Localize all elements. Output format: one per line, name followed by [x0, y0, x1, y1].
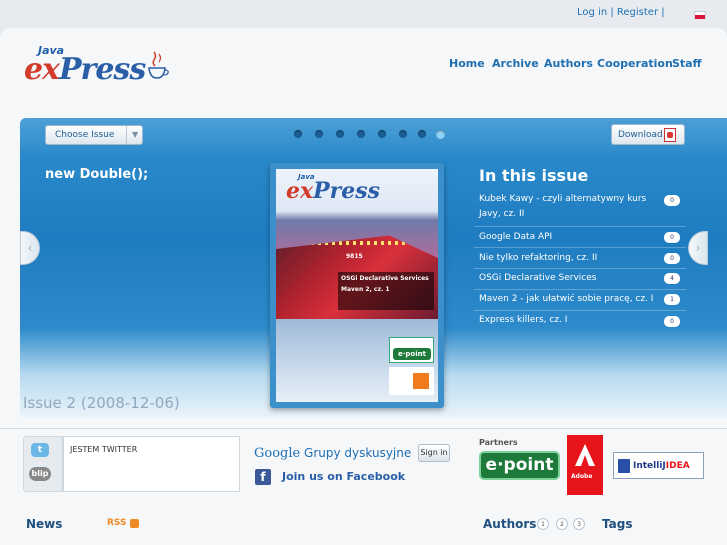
article-title[interactable]: Nie tylko refaktoring, cz. II — [479, 251, 597, 266]
section-divider — [0, 428, 727, 429]
issue-headline: new Double(); — [45, 167, 149, 182]
cover-tag-1: OSGi Declarative Services — [341, 275, 429, 282]
site-logo[interactable]: Java exPress — [24, 44, 174, 88]
slider-dot[interactable] — [399, 130, 407, 138]
partners-label: Partners — [479, 438, 518, 447]
train-number: 9815 — [346, 253, 363, 260]
comment-count: 0 — [664, 316, 680, 327]
article-title[interactable]: Express killers, cz. I — [479, 313, 567, 328]
choose-issue-select[interactable]: Choose Issue ▼ — [45, 125, 143, 145]
authors-page-2[interactable]: 2 — [556, 518, 568, 530]
news-heading: News — [26, 517, 63, 531]
comment-count: 0 — [664, 253, 680, 264]
idea-wordmark: IDEA — [665, 461, 690, 471]
twitter-icon[interactable]: t — [31, 443, 49, 457]
comment-count: 0 — [664, 232, 680, 243]
separator: | — [607, 7, 617, 18]
google-groups-link[interactable]: Google Grupy dyskusyjne — [254, 446, 411, 461]
article-title-cont[interactable]: Javy, cz. II — [479, 207, 524, 222]
authors-heading: Authors — [483, 517, 537, 531]
article-title[interactable]: OSGi Declarative Services — [479, 271, 596, 286]
facebook-icon[interactable]: f — [255, 469, 271, 485]
cover-card — [389, 367, 434, 395]
flag-icon[interactable] — [694, 11, 706, 19]
intellij-wordmark: IntelliJ — [633, 461, 666, 471]
nav-staff[interactable]: Staff — [672, 57, 702, 70]
nav-authors[interactable]: Authors — [544, 57, 593, 70]
coffee-cup-icon — [148, 51, 169, 79]
comment-count: 4 — [664, 273, 680, 284]
authors-page-1[interactable]: 1 — [537, 518, 549, 530]
pdf-icon — [664, 128, 676, 142]
top-bar: Log in | Register | — [0, 0, 727, 28]
partner-intellij-logo[interactable]: IntelliJIDEA — [613, 452, 704, 479]
download-label: Download — [618, 130, 663, 140]
partner-epoint-logo[interactable]: e·point — [479, 451, 560, 480]
facebook-link[interactable]: Join us on Facebook — [282, 470, 405, 483]
download-button[interactable]: Download — [611, 124, 685, 145]
google-groups-label: Grupy dyskusyjne — [300, 446, 412, 460]
slider-dot[interactable] — [378, 130, 386, 138]
logo-express: exPress — [24, 52, 146, 87]
slider-dot[interactable] — [315, 130, 323, 138]
authors-page-3[interactable]: 3 — [573, 518, 585, 530]
article-title[interactable]: Maven 2 - jak ułatwić sobie pracę, cz. I — [479, 292, 653, 307]
account-links: Log in | Register | — [577, 7, 665, 18]
cover-tag-2: Maven 2, cz. 1 — [341, 286, 390, 293]
rss-icon[interactable] — [130, 519, 139, 528]
article-title[interactable]: Kubek Kawy - czyli alternatywny kurs — [479, 192, 646, 207]
rss-link[interactable]: RSS — [107, 518, 127, 528]
comment-count: 0 — [664, 195, 680, 206]
google-logo: Google — [254, 446, 301, 461]
choose-issue-label: Choose Issue — [55, 130, 115, 140]
partner-adobe-logo[interactable]: Adobe — [567, 435, 603, 495]
nav-archive[interactable]: Archive — [492, 57, 539, 70]
cover-logo: exPress — [286, 178, 381, 204]
nav-home[interactable]: Home — [449, 57, 485, 70]
cover-sponsor-logo: e·point — [389, 337, 434, 363]
tweet-panel: JESTEM TWITTER — [63, 436, 240, 492]
register-link[interactable]: Register — [617, 7, 658, 18]
login-link[interactable]: Log in — [577, 7, 607, 18]
slider-dot[interactable] — [357, 130, 365, 138]
slider-dot-active[interactable] — [436, 130, 445, 139]
cover-tagline: OSGi Declarative Services Maven 2, cz. 1 — [338, 272, 434, 310]
chevron-down-icon: ▼ — [132, 130, 139, 139]
slider-dot[interactable] — [336, 130, 344, 138]
in-this-issue-title: In this issue — [479, 166, 589, 185]
tweet-text: JESTEM TWITTER — [70, 445, 138, 454]
tags-heading: Tags — [602, 517, 633, 531]
adobe-wordmark: Adobe — [571, 473, 593, 480]
blip-icon[interactable]: blip — [29, 467, 51, 481]
slider-dot[interactable] — [418, 130, 426, 138]
comment-count: 1 — [664, 294, 680, 305]
issue-date-label: Issue 2 (2008-12-06) — [23, 394, 180, 412]
nav-cooperation[interactable]: Cooperation — [597, 57, 673, 70]
sign-in-button[interactable]: Sign in — [418, 444, 450, 462]
article-title[interactable]: Google Data API — [479, 230, 552, 245]
slider-dot[interactable] — [294, 130, 302, 138]
separator: | — [658, 7, 665, 18]
issue-cover[interactable]: Java exPress 9815 OSGi Declarative Servi… — [276, 169, 438, 402]
